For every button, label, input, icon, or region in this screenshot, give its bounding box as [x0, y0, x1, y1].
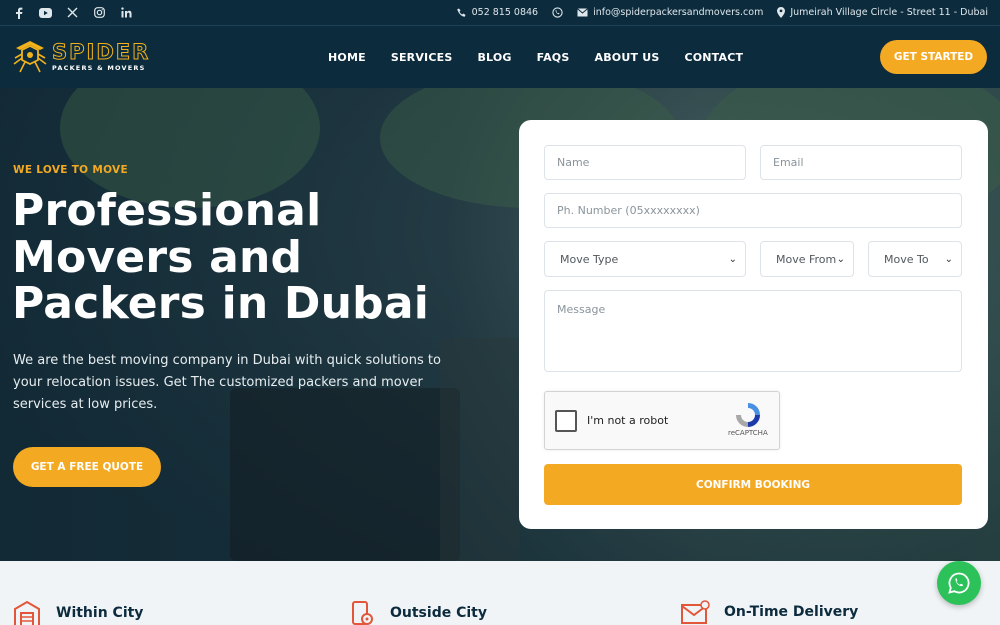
whatsapp-chat-button[interactable]: [937, 561, 981, 605]
recaptcha-logo-icon: [736, 403, 760, 427]
envelope-icon: [681, 600, 710, 624]
move-from-select[interactable]: Move From ⌄: [760, 241, 854, 277]
confirm-booking-button[interactable]: CONFIRM BOOKING: [544, 464, 962, 505]
recaptcha-widget: I'm not a robot reCAPTCHA: [544, 391, 780, 450]
mail-icon: [577, 8, 588, 17]
x-icon[interactable]: [66, 6, 79, 19]
move-to-value: Move To: [884, 252, 929, 266]
chevron-down-icon: ⌄: [836, 253, 845, 265]
nav-home[interactable]: HOME: [328, 51, 366, 64]
feature-within-city: Within City: [12, 599, 143, 625]
address-text: Jumeirah Village Circle - Street 11 - Du…: [790, 7, 988, 18]
linkedin-icon[interactable]: [120, 6, 133, 19]
nav-blog[interactable]: BLOG: [477, 51, 511, 64]
nav-faqs[interactable]: FAQS: [537, 51, 570, 64]
nav-contact[interactable]: CONTACT: [684, 51, 743, 64]
move-type-value: Move Type: [560, 252, 619, 266]
chevron-down-icon: ⌄: [728, 253, 737, 265]
whatsapp-contact[interactable]: [552, 7, 563, 18]
email-contact[interactable]: info@spiderpackersandmovers.com: [577, 7, 763, 18]
instagram-icon[interactable]: [93, 6, 106, 19]
nav-services[interactable]: SERVICES: [391, 51, 453, 64]
move-type-select[interactable]: Move Type ⌄: [544, 241, 746, 277]
name-input[interactable]: Name: [544, 145, 746, 180]
feature-on-time-delivery: On-Time Delivery: [680, 599, 858, 625]
feature-label: Within City: [56, 605, 144, 621]
features-strip: Within City Outside City On-Time Deliver…: [0, 561, 1000, 625]
booking-form: Name Email Ph. Number (05xxxxxxxx) Move …: [519, 120, 988, 529]
address-contact: Jumeirah Village Circle - Street 11 - Du…: [777, 7, 988, 18]
phone-input[interactable]: Ph. Number (05xxxxxxxx): [544, 193, 962, 228]
location-pin-icon: [777, 7, 786, 18]
phone-contact[interactable]: 052 815 0846: [456, 7, 539, 18]
contact-info: 052 815 0846 info@spiderpackersandmovers…: [456, 7, 988, 18]
logo-subtitle: PACKERS & MOVERS: [52, 64, 146, 73]
map-pin-icon: [352, 601, 373, 625]
whatsapp-small-icon: [552, 7, 563, 18]
phone-number: 052 815 0846: [471, 7, 539, 18]
building-icon: [14, 600, 40, 625]
site-logo[interactable]: SPIDER PACKERS & MOVERS: [12, 38, 157, 76]
spider-logo-icon: [13, 41, 47, 73]
hero-headline: Professional Movers and Packers in Dubai: [12, 185, 430, 330]
recaptcha-brand: reCAPTCHA: [728, 429, 768, 437]
get-started-button[interactable]: GET STARTED: [880, 40, 987, 74]
phone-icon: [456, 8, 466, 17]
social-links: [12, 6, 133, 19]
nav-about-us[interactable]: ABOUT US: [594, 51, 659, 64]
chevron-down-icon: ⌄: [944, 253, 953, 265]
feature-label: On-Time Delivery: [724, 604, 859, 620]
nav-menu: HOME SERVICES BLOG FAQS ABOUT US CONTACT: [328, 26, 768, 88]
email-input[interactable]: Email: [760, 145, 962, 180]
move-to-select[interactable]: Move To ⌄: [868, 241, 962, 277]
email-address: info@spiderpackersandmovers.com: [593, 7, 764, 18]
facebook-icon[interactable]: [12, 6, 25, 19]
hero-tagline: WE LOVE TO MOVE: [13, 164, 128, 176]
feature-outside-city: Outside City: [350, 599, 487, 625]
hero-description: We are the best moving company in Dubai …: [13, 353, 441, 413]
top-bar: 052 815 0846 info@spiderpackersandmovers…: [0, 0, 1000, 26]
whatsapp-icon: [948, 572, 970, 594]
youtube-icon[interactable]: [39, 6, 52, 19]
feature-label: Outside City: [390, 605, 487, 621]
recaptcha-checkbox[interactable]: [555, 410, 577, 432]
free-quote-button[interactable]: GET A FREE QUOTE: [13, 447, 161, 487]
move-from-value: Move From: [776, 252, 837, 266]
message-textarea[interactable]: Message: [544, 290, 962, 372]
main-navigation: SPIDER PACKERS & MOVERS HOME SERVICES BL…: [0, 26, 1000, 88]
recaptcha-label: I'm not a robot: [587, 414, 669, 427]
logo-name: SPIDER: [51, 40, 151, 65]
